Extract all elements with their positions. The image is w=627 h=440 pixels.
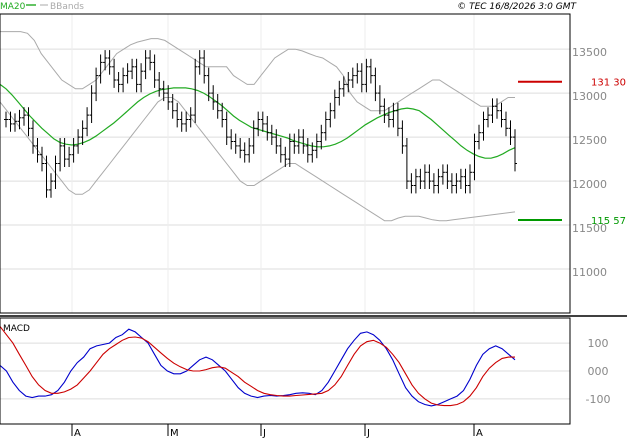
macd-title: MACD — [3, 324, 30, 334]
bb-lower-line — [0, 97, 516, 222]
x-tick-label: J — [366, 428, 370, 439]
macd-lines — [0, 326, 516, 407]
price-tick-label: 11000 — [572, 266, 607, 279]
macd-y-axis: 100 000 -100 — [586, 337, 611, 406]
price-tick-label: 13000 — [572, 90, 607, 103]
ma20-path — [0, 83, 516, 159]
x-tick-label: A — [476, 428, 483, 439]
price-tick-label: 11500 — [572, 222, 607, 235]
price-tick-label: 12000 — [572, 178, 607, 191]
bollinger-bands — [0, 31, 516, 222]
resistance-label: 131 30 — [591, 78, 626, 89]
timestamp: © TEC 16/8/2026 3:0 GMT — [457, 2, 577, 12]
price-tick-label: 13500 — [572, 46, 607, 59]
ma20-line — [0, 83, 516, 159]
price-tick-label: 12500 — [572, 134, 607, 147]
x-tick-label: J — [262, 428, 266, 439]
macd-tick-label: 000 — [588, 365, 609, 378]
price-panel: 131 30115 57 135001300012500120001150011… — [0, 13, 626, 314]
x-tick-label: A — [74, 428, 81, 439]
macd-grid — [0, 342, 570, 400]
macd-tick-label: -100 — [586, 393, 611, 406]
macd-tick-label: 100 — [588, 337, 609, 350]
x-axis: AMJJA — [0, 423, 570, 439]
bb-upper-line — [0, 31, 515, 112]
chart-root: MA20 BBands © TEC 16/8/2026 3:0 GMT 131 … — [0, 2, 627, 439]
x-tick-label: M — [170, 428, 179, 439]
macd-panel: MACD 100 000 -100 — [0, 317, 611, 425]
legend-bb-label: BBands — [50, 2, 84, 12]
macd-line — [0, 328, 516, 407]
legend-ma-label: MA20 — [0, 2, 26, 12]
signal-line — [0, 326, 515, 407]
